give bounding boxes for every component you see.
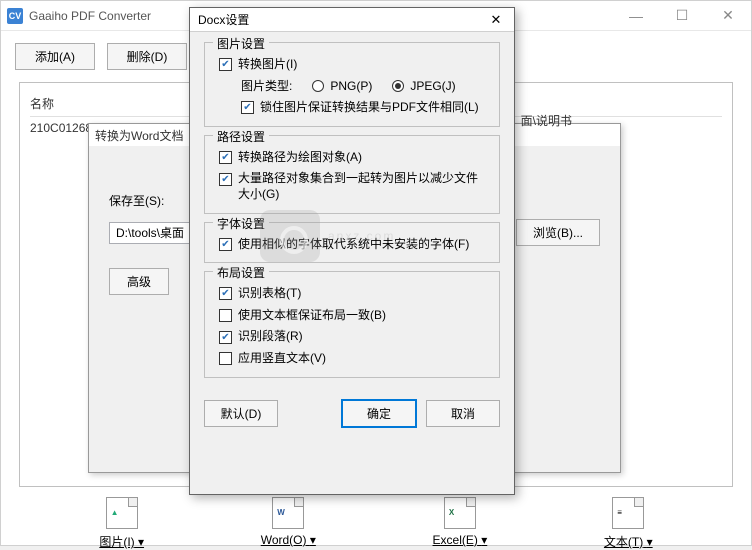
- tables-checkbox[interactable]: [219, 287, 232, 300]
- convert-path-label: 转换路径为绘图对象(A): [238, 150, 362, 166]
- advanced-button[interactable]: 高级: [109, 268, 169, 295]
- save-to-label: 保存至(S):: [109, 192, 164, 209]
- docx-body: 图片设置 转换图片(I) 图片类型: PNG(P) JPEG(J) 锁住图片保证…: [190, 32, 514, 392]
- minimize-button[interactable]: —: [613, 1, 659, 31]
- close-button[interactable]: ✕: [705, 1, 751, 31]
- docx-close-button[interactable]: ✕: [486, 10, 506, 30]
- font-settings-group: 字体设置 使用相似的字体取代系统中未安装的字体(F): [204, 222, 500, 264]
- window-controls: — ☐ ✕: [613, 1, 751, 31]
- add-button[interactable]: 添加(A): [15, 43, 95, 70]
- maximize-button[interactable]: ☐: [659, 1, 705, 31]
- docx-dialog-title: Docx设置: [198, 11, 486, 28]
- ok-button[interactable]: 确定: [342, 400, 416, 427]
- file-path-fragment: 面\说明书: [521, 112, 572, 129]
- delete-button[interactable]: 删除(D): [107, 43, 187, 70]
- convert-images-checkbox[interactable]: [219, 58, 232, 71]
- tables-label: 识别表格(T): [238, 286, 301, 302]
- format-bar: ▲ 图片(I) ▾ W Word(O) ▾ X Excel(E) ▾ ≡ 文本(…: [1, 487, 751, 550]
- textboxes-checkbox[interactable]: [219, 309, 232, 322]
- excel-file-icon: X: [444, 497, 476, 529]
- cancel-button[interactable]: 取消: [426, 400, 500, 427]
- paragraphs-checkbox[interactable]: [219, 331, 232, 344]
- png-radio[interactable]: [312, 80, 324, 92]
- lock-images-label: 锁住图片保证转换结果与PDF文件相同(L): [260, 100, 479, 116]
- format-image[interactable]: ▲ 图片(I) ▾: [99, 497, 144, 550]
- font-group-title: 字体设置: [213, 215, 269, 232]
- app-icon: CV: [7, 8, 23, 24]
- image-type-label: 图片类型:: [241, 79, 292, 95]
- image-group-title: 图片设置: [213, 35, 269, 52]
- format-excel[interactable]: X Excel(E) ▾: [433, 497, 488, 550]
- path-settings-group: 路径设置 转换路径为绘图对象(A) 大量路径对象集合到一起转为图片以减少文件大小…: [204, 135, 500, 214]
- layout-settings-group: 布局设置 识别表格(T) 使用文本框保证布局一致(B) 识别段落(R) 应用竖直…: [204, 271, 500, 377]
- vertical-text-checkbox[interactable]: [219, 352, 232, 365]
- docx-dialog-buttons: 默认(D) 确定 取消: [190, 392, 514, 437]
- jpeg-radio[interactable]: [392, 80, 404, 92]
- docx-settings-dialog: Docx设置 ✕ 图片设置 转换图片(I) 图片类型: PNG(P) JPEG(…: [189, 7, 515, 495]
- image-file-icon: ▲: [106, 497, 138, 529]
- layout-group-title: 布局设置: [213, 264, 269, 281]
- convert-images-label: 转换图片(I): [238, 57, 297, 73]
- similar-fonts-checkbox[interactable]: [219, 238, 232, 251]
- lock-images-checkbox[interactable]: [241, 101, 254, 114]
- convert-path-checkbox[interactable]: [219, 151, 232, 164]
- format-word[interactable]: W Word(O) ▾: [261, 497, 316, 550]
- format-text[interactable]: ≡ 文本(T) ▾: [604, 497, 653, 550]
- vertical-text-label: 应用竖直文本(V): [238, 351, 326, 367]
- default-button[interactable]: 默认(D): [204, 400, 278, 427]
- docx-titlebar: Docx设置 ✕: [190, 8, 514, 32]
- png-label: PNG(P): [330, 79, 372, 95]
- textboxes-label: 使用文本框保证布局一致(B): [238, 308, 386, 324]
- word-file-icon: W: [272, 497, 304, 529]
- browse-button[interactable]: 浏览(B)...: [516, 219, 600, 246]
- image-settings-group: 图片设置 转换图片(I) 图片类型: PNG(P) JPEG(J) 锁住图片保证…: [204, 42, 500, 127]
- paragraphs-label: 识别段落(R): [238, 329, 303, 345]
- merge-paths-checkbox[interactable]: [219, 173, 232, 186]
- word-dialog-title: 转换为Word文档: [95, 127, 183, 144]
- text-file-icon: ≡: [612, 497, 644, 529]
- similar-fonts-label: 使用相似的字体取代系统中未安装的字体(F): [238, 237, 469, 253]
- merge-paths-label: 大量路径对象集合到一起转为图片以减少文件大小(G): [238, 171, 489, 202]
- path-group-title: 路径设置: [213, 128, 269, 145]
- jpeg-label: JPEG(J): [410, 79, 455, 95]
